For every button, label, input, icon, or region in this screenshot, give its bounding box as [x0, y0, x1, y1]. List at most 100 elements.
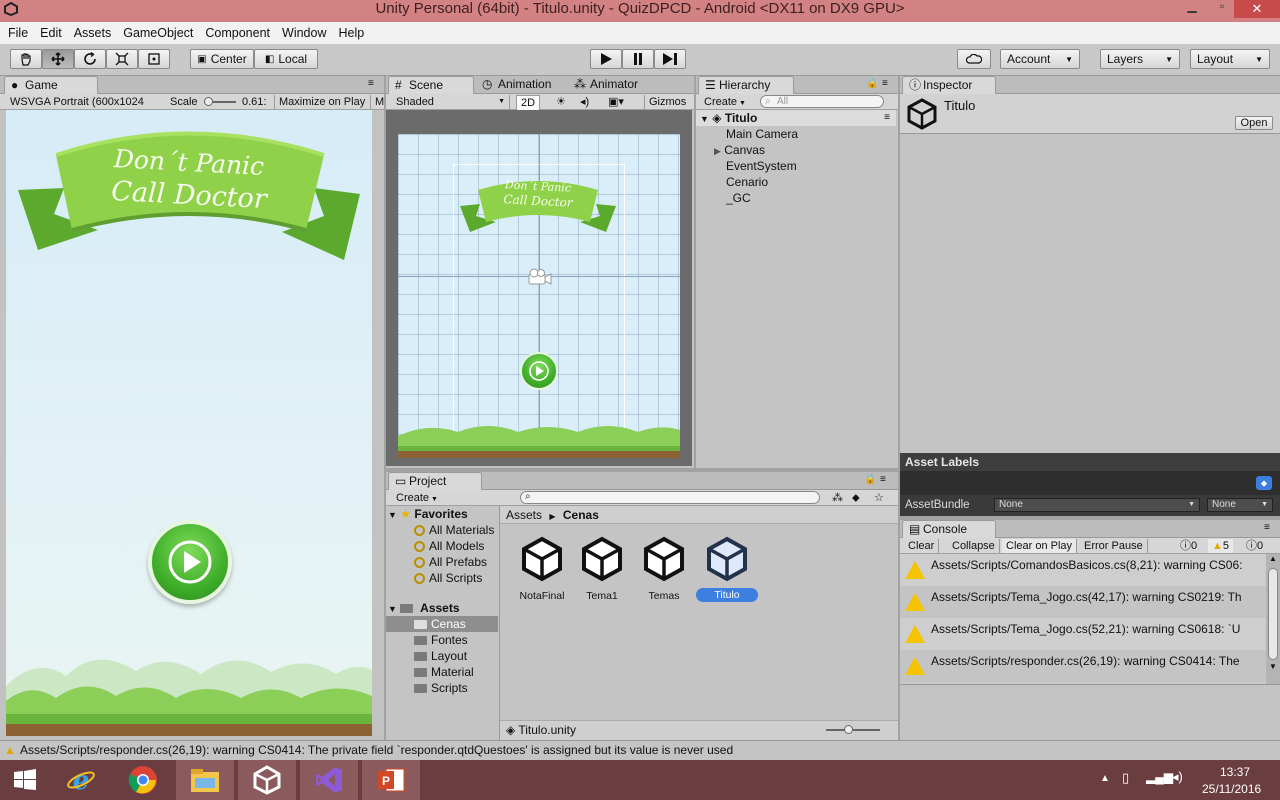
- scale-slider-thumb[interactable]: [204, 97, 213, 106]
- console-scrollbar[interactable]: ▲ ▼: [1266, 554, 1280, 684]
- rect-tool-button[interactable]: [138, 49, 170, 69]
- folder-cenas[interactable]: Cenas: [386, 616, 498, 632]
- audio-toggle-icon[interactable]: ◂): [576, 95, 593, 109]
- tab-animation[interactable]: ◷ Animation: [478, 76, 568, 94]
- layout-dropdown[interactable]: Layout ▼: [1190, 49, 1270, 69]
- hierarchy-item-cenario[interactable]: Cenario: [726, 174, 768, 190]
- account-dropdown[interactable]: Account ▼: [1000, 49, 1080, 69]
- favorite-all-scripts[interactable]: All Scripts: [414, 570, 482, 586]
- taskbar-unity[interactable]: [238, 760, 296, 800]
- console-collapse-button[interactable]: Collapse: [948, 539, 1000, 553]
- folder-layout[interactable]: Layout: [414, 648, 467, 664]
- tab-game[interactable]: ● Game: [4, 76, 98, 94]
- step-button[interactable]: [654, 49, 686, 69]
- warning-count-toggle[interactable]: ▲5: [1208, 539, 1234, 553]
- scene-file-notafinal[interactable]: NotaFinal: [514, 532, 570, 602]
- panel-menu-icon[interactable]: ≡: [368, 78, 374, 89]
- scene-file-titulo[interactable]: Titulo: [696, 532, 758, 602]
- scroll-down-arrow-icon[interactable]: ▼: [1266, 662, 1280, 674]
- clock-date[interactable]: 25/11/2016: [1202, 782, 1261, 796]
- scene-viewport[interactable]: Don´t Panic Call Doctor: [386, 110, 692, 466]
- assetbundle-dropdown[interactable]: None ▼: [994, 498, 1200, 512]
- camera-gizmo-icon[interactable]: [526, 268, 552, 288]
- effects-dropdown-icon[interactable]: ▣▾: [604, 95, 628, 109]
- tab-animator[interactable]: ⁂ Animator: [570, 76, 660, 94]
- filter-type-icon[interactable]: ⁂: [828, 491, 847, 505]
- console-message[interactable]: Assets/Scripts/Tema_Jogo.cs(42,17): warn…: [900, 586, 1266, 618]
- icon-size-slider-thumb[interactable]: [844, 725, 853, 734]
- favorite-all-materials[interactable]: All Materials: [414, 522, 494, 538]
- hierarchy-search-input[interactable]: ⌕ All: [760, 95, 884, 108]
- panel-menu-icon[interactable]: ≡: [880, 474, 886, 485]
- console-scrollbar-thumb[interactable]: [1268, 568, 1278, 660]
- panel-menu-icon[interactable]: ≡: [1264, 522, 1270, 533]
- tag-icon[interactable]: ⬥: [1256, 476, 1272, 490]
- taskbar-visual-studio[interactable]: [300, 760, 358, 800]
- menu-help[interactable]: Help: [338, 26, 364, 40]
- row-menu-icon[interactable]: ≡: [884, 110, 890, 126]
- hand-tool-button[interactable]: [10, 49, 42, 69]
- folder-scripts[interactable]: Scripts: [414, 680, 468, 696]
- hierarchy-item-gc[interactable]: _GC: [726, 190, 751, 206]
- console-message[interactable]: Assets/Scripts/Tema_Jogo.cs(52,21): warn…: [900, 618, 1266, 650]
- expand-arrow-icon[interactable]: ▼: [388, 510, 397, 520]
- network-signal-icon[interactable]: ▂▄▆: [1146, 770, 1173, 784]
- menu-assets[interactable]: Assets: [74, 26, 112, 40]
- assets-header[interactable]: ▼ Assets: [388, 600, 460, 616]
- show-hidden-icons-icon[interactable]: ▲: [1100, 773, 1110, 784]
- taskbar-internet-explorer[interactable]: e: [52, 760, 110, 800]
- layers-dropdown[interactable]: Layers ▼: [1100, 49, 1180, 69]
- game-viewport[interactable]: Don´t Panic Call Doctor: [6, 110, 372, 736]
- open-button[interactable]: Open: [1235, 116, 1273, 130]
- clock-time[interactable]: 13:37: [1220, 765, 1250, 779]
- 2d-toggle-button[interactable]: 2D: [516, 95, 541, 111]
- hierarchy-item-main-camera[interactable]: Main Camera: [726, 126, 798, 142]
- play-button[interactable]: [590, 49, 622, 69]
- play-game-button[interactable]: [148, 520, 232, 604]
- lock-icon[interactable]: 🔒: [864, 474, 876, 485]
- lock-icon[interactable]: 🔒: [866, 78, 878, 89]
- close-button[interactable]: ✕: [1234, 0, 1280, 18]
- maximize-button[interactable]: ▫: [1207, 0, 1237, 14]
- favorite-star-icon[interactable]: ☆: [870, 491, 888, 505]
- panel-menu-icon[interactable]: ≡: [882, 78, 888, 89]
- hierarchy-create-dropdown[interactable]: Create ▼: [700, 95, 750, 111]
- shaded-dropdown[interactable]: Shaded ▼: [392, 95, 510, 109]
- rotate-tool-button[interactable]: [74, 49, 106, 69]
- scale-tool-button[interactable]: [106, 49, 138, 69]
- scene-file-temas[interactable]: Temas: [636, 532, 692, 602]
- menu-gameobject[interactable]: GameObject: [123, 26, 193, 40]
- maximize-on-play-button[interactable]: Maximize on Play: [274, 95, 369, 109]
- assetbundle-variant-dropdown[interactable]: None ▼: [1207, 498, 1273, 512]
- expand-arrow-icon[interactable]: ▶: [714, 146, 721, 156]
- project-search-input[interactable]: ⌕: [520, 491, 820, 504]
- scroll-up-arrow-icon[interactable]: ▲: [1266, 554, 1280, 566]
- menu-window[interactable]: Window: [282, 26, 326, 40]
- favorites-header[interactable]: ▼ ★ Favorites: [388, 506, 468, 522]
- volume-icon[interactable]: ◂): [1172, 769, 1183, 785]
- tab-scene[interactable]: # Scene: [388, 76, 474, 94]
- console-error-pause-button[interactable]: Error Pause: [1080, 539, 1148, 553]
- console-clear-button[interactable]: Clear: [904, 539, 940, 553]
- tab-project[interactable]: ▭ Project: [388, 472, 482, 490]
- tab-hierarchy[interactable]: ☰ Hierarchy: [698, 76, 794, 94]
- cloud-button[interactable]: [957, 49, 991, 69]
- status-bar[interactable]: ▲ Assets/Scripts/responder.cs(26,19): wa…: [0, 740, 1280, 760]
- start-button[interactable]: [0, 760, 50, 800]
- icon-size-slider[interactable]: [826, 729, 880, 731]
- scene-root-row[interactable]: ▼ ◈ Titulo ≡: [696, 110, 896, 126]
- filter-label-icon[interactable]: ⬥: [848, 491, 864, 505]
- console-message[interactable]: Assets/Scripts/ComandosBasicos.cs(8,21):…: [900, 554, 1266, 586]
- scene-play-button[interactable]: [520, 352, 558, 390]
- taskbar-chrome[interactable]: [114, 760, 172, 800]
- pivot-center-button[interactable]: ▣ Center: [190, 49, 254, 69]
- favorite-all-prefabs[interactable]: All Prefabs: [414, 554, 487, 570]
- device-icon[interactable]: ▯: [1122, 770, 1129, 786]
- lighting-toggle-icon[interactable]: ☀: [552, 95, 570, 109]
- taskbar-file-explorer[interactable]: [176, 760, 234, 800]
- error-count-toggle[interactable]: ⓘ0: [1242, 539, 1267, 553]
- console-clear-on-play-button[interactable]: Clear on Play: [1002, 539, 1078, 553]
- tab-console[interactable]: ▤ Console: [902, 520, 996, 538]
- menu-edit[interactable]: Edit: [40, 26, 62, 40]
- expand-arrow-icon[interactable]: ▼: [388, 604, 397, 614]
